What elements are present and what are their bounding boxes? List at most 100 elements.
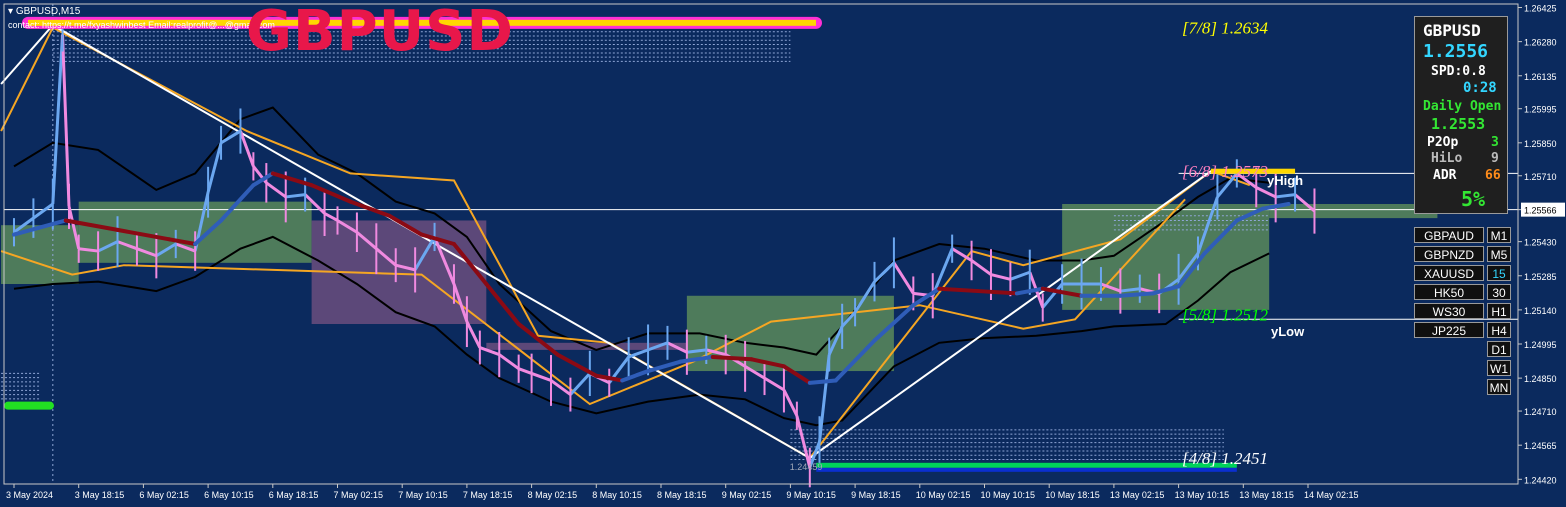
price-segment-up	[873, 261, 895, 283]
y-tick-label: 1.25710	[1524, 172, 1557, 182]
price-segment-up	[628, 348, 649, 359]
price-segment-up	[285, 193, 306, 199]
ma-segment-up	[620, 369, 651, 383]
price-segment-down	[970, 259, 992, 276]
x-tick-label: 10 May 02:15	[916, 490, 971, 500]
pair-button-ws30[interactable]: WS30	[1414, 303, 1484, 319]
pair-button-gbpaud[interactable]: GBPAUD	[1414, 227, 1484, 243]
x-tick-label: 7 May 10:15	[398, 490, 448, 500]
x-tick-label: 13 May 10:15	[1175, 490, 1230, 500]
x-tick-label: 6 May 18:15	[269, 490, 319, 500]
y-tick-label: 1.24420	[1524, 475, 1557, 485]
info-percent: 5%	[1461, 187, 1486, 211]
x-tick-label: 7 May 18:15	[463, 490, 513, 500]
adr-value: 66	[1485, 168, 1501, 183]
info-symbol: GBPUSD	[1423, 21, 1481, 40]
y-tick-label: 1.25850	[1524, 139, 1557, 149]
y-tick-label: 1.24995	[1524, 340, 1557, 350]
y-tick-label: 1.25566	[1524, 206, 1557, 216]
pair-button-jp225[interactable]: JP225	[1414, 322, 1484, 338]
level-bar-green	[816, 462, 1237, 468]
price-segment-down	[518, 367, 533, 375]
x-tick-label: 8 May 18:15	[657, 490, 707, 500]
price-segment-down	[323, 212, 339, 222]
price-segment-up	[51, 34, 65, 205]
x-tick-label: 13 May 18:15	[1239, 490, 1294, 500]
x-tick-label: 6 May 02:15	[139, 490, 189, 500]
price-segment-up	[220, 129, 242, 145]
price-segment-up	[569, 372, 591, 396]
chart-title: GBPUSD	[246, 0, 514, 64]
price-segment-down	[465, 320, 482, 349]
y-tick-label: 1.26135	[1524, 72, 1557, 82]
symbol-timeframe-label: ▾ GBPUSD,M15	[8, 6, 81, 17]
hilo-value: 9	[1491, 151, 1499, 166]
x-tick-label: 6 May 10:15	[204, 490, 254, 500]
price-segment-up	[32, 202, 54, 220]
y-tick-label: 1.25430	[1524, 238, 1557, 248]
ma-segment-up	[1118, 291, 1155, 298]
price-segment-down	[531, 372, 552, 382]
low-price-label: 1.24459	[790, 462, 823, 472]
x-tick-label: 10 May 10:15	[981, 490, 1036, 500]
daily-open-label: Daily Open	[1423, 99, 1502, 114]
ylow-label: yLow	[1271, 324, 1305, 339]
x-tick-label: 9 May 02:15	[722, 490, 772, 500]
level-label: [6/8] 1.2573	[1182, 162, 1268, 181]
yhigh-label: yHigh	[1267, 173, 1303, 188]
p2op-value: 3	[1491, 135, 1499, 150]
y-tick-label: 1.24565	[1524, 441, 1557, 451]
price-segment-down	[1255, 186, 1277, 199]
hilo-label: HiLo	[1431, 151, 1463, 166]
price-segment-up	[1009, 270, 1031, 281]
price-chart[interactable]: 1.26425 1.26280 1.26135 1.25995 1.25850 1.257…	[0, 0, 1566, 507]
pair-button-hk50[interactable]: HK50	[1414, 284, 1484, 300]
x-tick-label: 9 May 18:15	[851, 490, 901, 500]
pair-button-gbpnzd[interactable]: GBPNZD	[1414, 246, 1484, 262]
timeframe-button-m30[interactable]: 30	[1487, 284, 1511, 300]
ma-segment-down	[309, 183, 353, 204]
ma-segment-up	[807, 378, 838, 385]
timeframe-button-m15[interactable]: 15	[1487, 265, 1511, 281]
price-segment-down	[61, 34, 71, 207]
level-label: [4/8] 1.2451	[1182, 449, 1268, 468]
x-tick-label: 10 May 18:15	[1045, 490, 1100, 500]
level-label: [5/8] 1.2512	[1182, 306, 1268, 325]
timeframe-button-w1[interactable]: W1	[1487, 360, 1511, 376]
x-tick-label: 7 May 02:15	[334, 490, 384, 500]
ma-segment-down	[710, 354, 754, 362]
ma-segment-down	[976, 289, 1019, 296]
level-bar-left-green	[4, 401, 54, 410]
timeframe-button-m5[interactable]: M5	[1487, 246, 1511, 262]
level-bar-blue	[816, 467, 1237, 472]
price-segment-down	[763, 376, 785, 392]
y-tick-label: 1.26425	[1524, 4, 1557, 14]
timeframe-button-h4[interactable]: H4	[1487, 322, 1511, 338]
x-tick-label: 3 May 2024	[6, 490, 53, 500]
ma-segment-down	[516, 322, 560, 357]
y-tick-label: 1.25285	[1524, 272, 1557, 282]
timeframe-button-m1[interactable]: M1	[1487, 227, 1511, 243]
adr-label: ADR	[1433, 168, 1457, 183]
ma-segment-up	[251, 171, 275, 188]
info-panel: GBPUSD 1.2556 SPD:0.8 0:28 Daily Open 1.…	[1414, 16, 1508, 214]
price-segment-down	[782, 389, 799, 417]
price-segment-down	[498, 353, 520, 370]
info-spread: SPD:0.8	[1431, 64, 1486, 79]
zone-box	[686, 295, 894, 372]
timeframe-button-d1[interactable]: D1	[1487, 341, 1511, 357]
price-segment-down	[990, 273, 1011, 281]
x-tick-label: 9 May 10:15	[786, 490, 836, 500]
timeframe-button-mn[interactable]: MN	[1487, 379, 1511, 395]
x-tick-label: 8 May 10:15	[592, 490, 642, 500]
pair-button-xauusd[interactable]: XAUUSD	[1414, 265, 1484, 281]
y-tick-label: 1.25140	[1524, 306, 1557, 316]
price-segment-down	[892, 262, 915, 295]
y-tick-label: 1.24850	[1524, 374, 1557, 384]
daily-open-value: 1.2553	[1431, 115, 1486, 133]
info-price: 1.2556	[1423, 41, 1489, 62]
timeframe-button-h1[interactable]: H1	[1487, 303, 1511, 319]
level-label: [7/8] 1.2634	[1182, 19, 1268, 38]
x-tick-label: 14 May 02:15	[1304, 490, 1359, 500]
symbol-text: GBPUSD,M15	[15, 6, 81, 17]
